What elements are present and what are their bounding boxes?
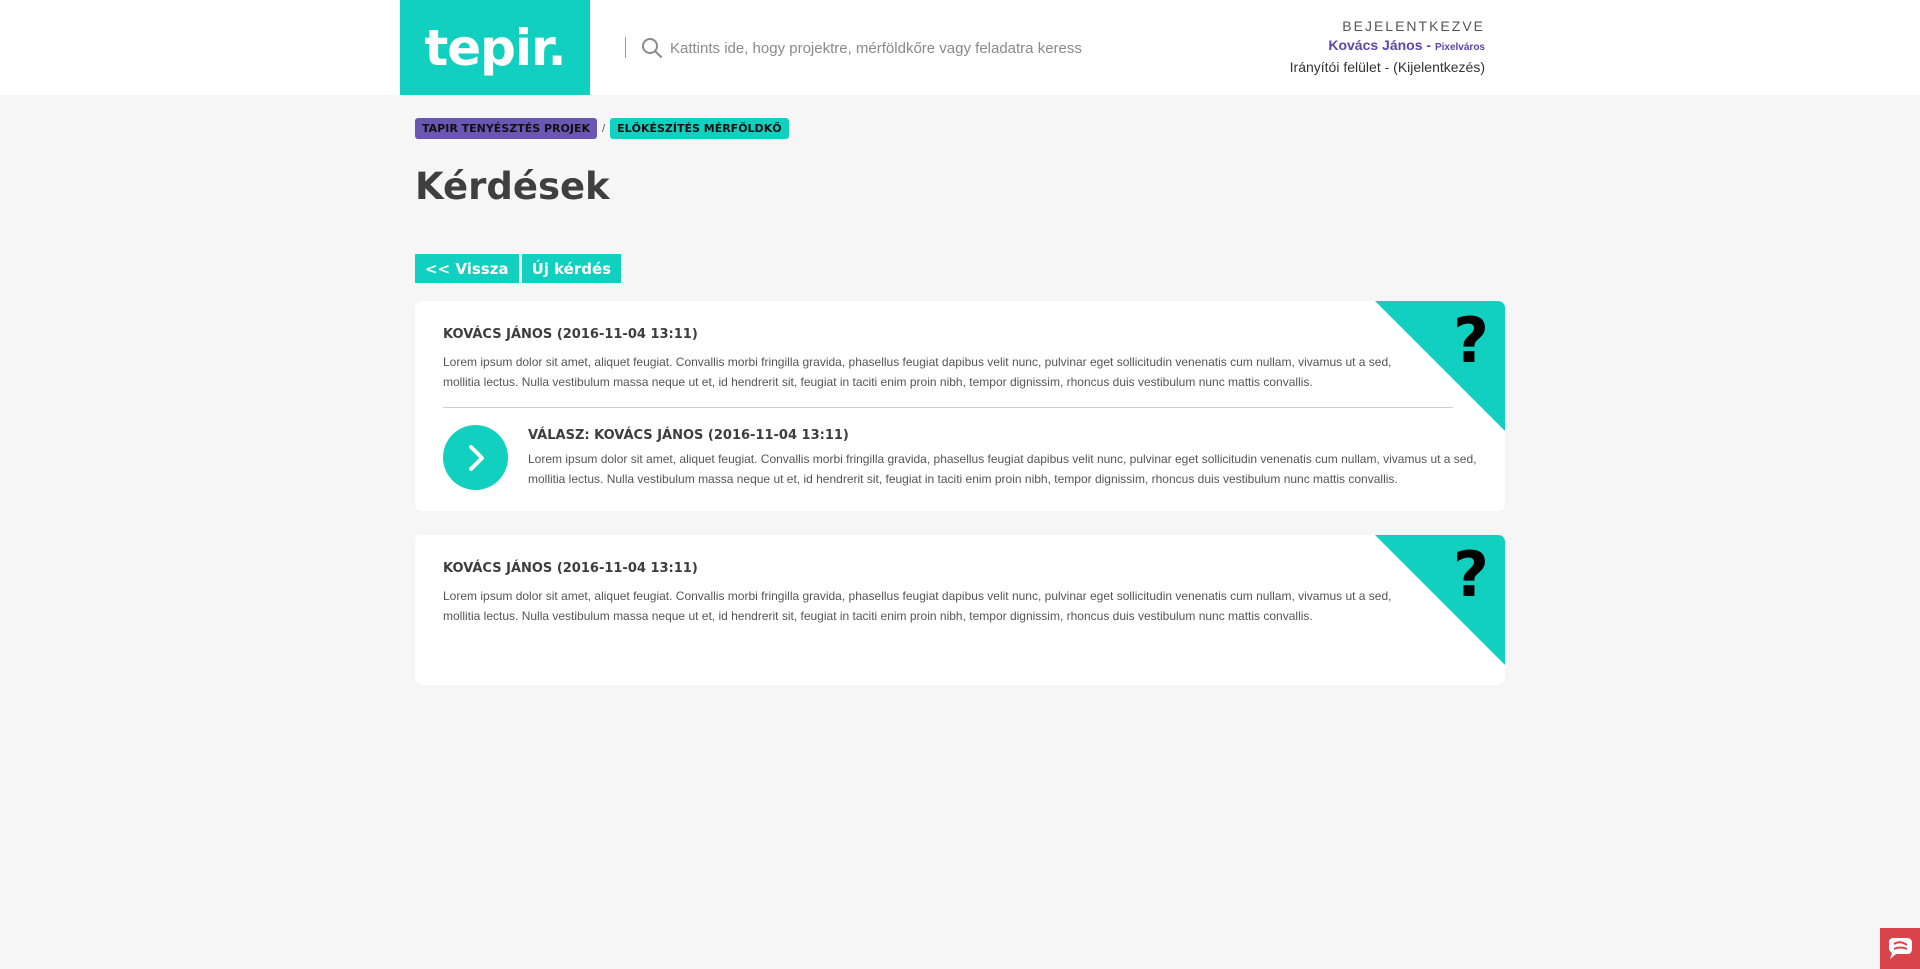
user-panel: BEJELENTKEZVE Kovács János - Pixelváros …: [1290, 17, 1485, 77]
action-bar: << Vissza Új kérdés: [415, 254, 622, 283]
divider: [443, 407, 1453, 408]
dashboard-link[interactable]: Irányítói felület: [1290, 59, 1381, 75]
help-widget[interactable]: [1880, 928, 1920, 969]
chevron-right-icon: [468, 444, 484, 471]
question-text: Lorem ipsum dolor sit amet, aliquet feug…: [443, 589, 1392, 623]
logo[interactable]: tepir.: [400, 0, 590, 95]
user-city: Pixelváros: [1434, 42, 1485, 53]
question-card: ? KOVÁCS JÁNOS (2016-11-04 13:11) Lorem …: [415, 535, 1505, 685]
question-author: KOVÁCS JÁNOS (2016-11-04 13:11): [443, 327, 698, 342]
question-text: Lorem ipsum dolor sit amet, aliquet feug…: [443, 355, 1392, 389]
answer-author: VÁLASZ: KOVÁCS JÁNOS (2016-11-04 13:11): [528, 428, 849, 443]
question-mark-icon: ?: [1453, 304, 1489, 377]
page-title: Kérdések: [415, 165, 610, 208]
answer-text: Lorem ipsum dolor sit amet, aliquet feug…: [528, 452, 1477, 486]
login-status: BEJELENTKEZVE: [1342, 18, 1485, 34]
question-author: KOVÁCS JÁNOS (2016-11-04 13:11): [443, 561, 698, 576]
answer-icon: [443, 425, 508, 490]
user-name-line: Kovács János - Pixelváros: [1290, 35, 1485, 58]
link-separator: -: [1380, 59, 1394, 75]
breadcrumb-project[interactable]: TAPIR TENYÉSZTÉS PROJEK: [415, 118, 598, 139]
breadcrumb: TAPIR TENYÉSZTÉS PROJEK / ELŐKÉSZÍTÉS MÉ…: [415, 118, 789, 139]
user-links: Irányítói felület - (Kijelentkezés): [1290, 58, 1485, 77]
breadcrumb-separator: /: [602, 122, 606, 135]
question-mark-icon: ?: [1453, 538, 1489, 611]
back-button[interactable]: << Vissza: [415, 254, 519, 283]
search-icon[interactable]: [640, 36, 664, 60]
user-name[interactable]: Kovács János -: [1328, 37, 1435, 53]
search-input[interactable]: [670, 34, 1190, 62]
logout-link[interactable]: (Kijelentkezés): [1393, 59, 1485, 75]
search-divider: [625, 37, 626, 58]
question-card: ? KOVÁCS JÁNOS (2016-11-04 13:11) Lorem …: [415, 301, 1505, 511]
top-bar: tepir. BEJELENTKEZVE Kovács János - Pixe…: [0, 0, 1920, 95]
chat-icon: [1889, 937, 1912, 959]
new-question-button[interactable]: Új kérdés: [521, 254, 622, 283]
breadcrumb-milestone[interactable]: ELŐKÉSZÍTÉS MÉRFÖLDKŐ: [610, 118, 789, 139]
